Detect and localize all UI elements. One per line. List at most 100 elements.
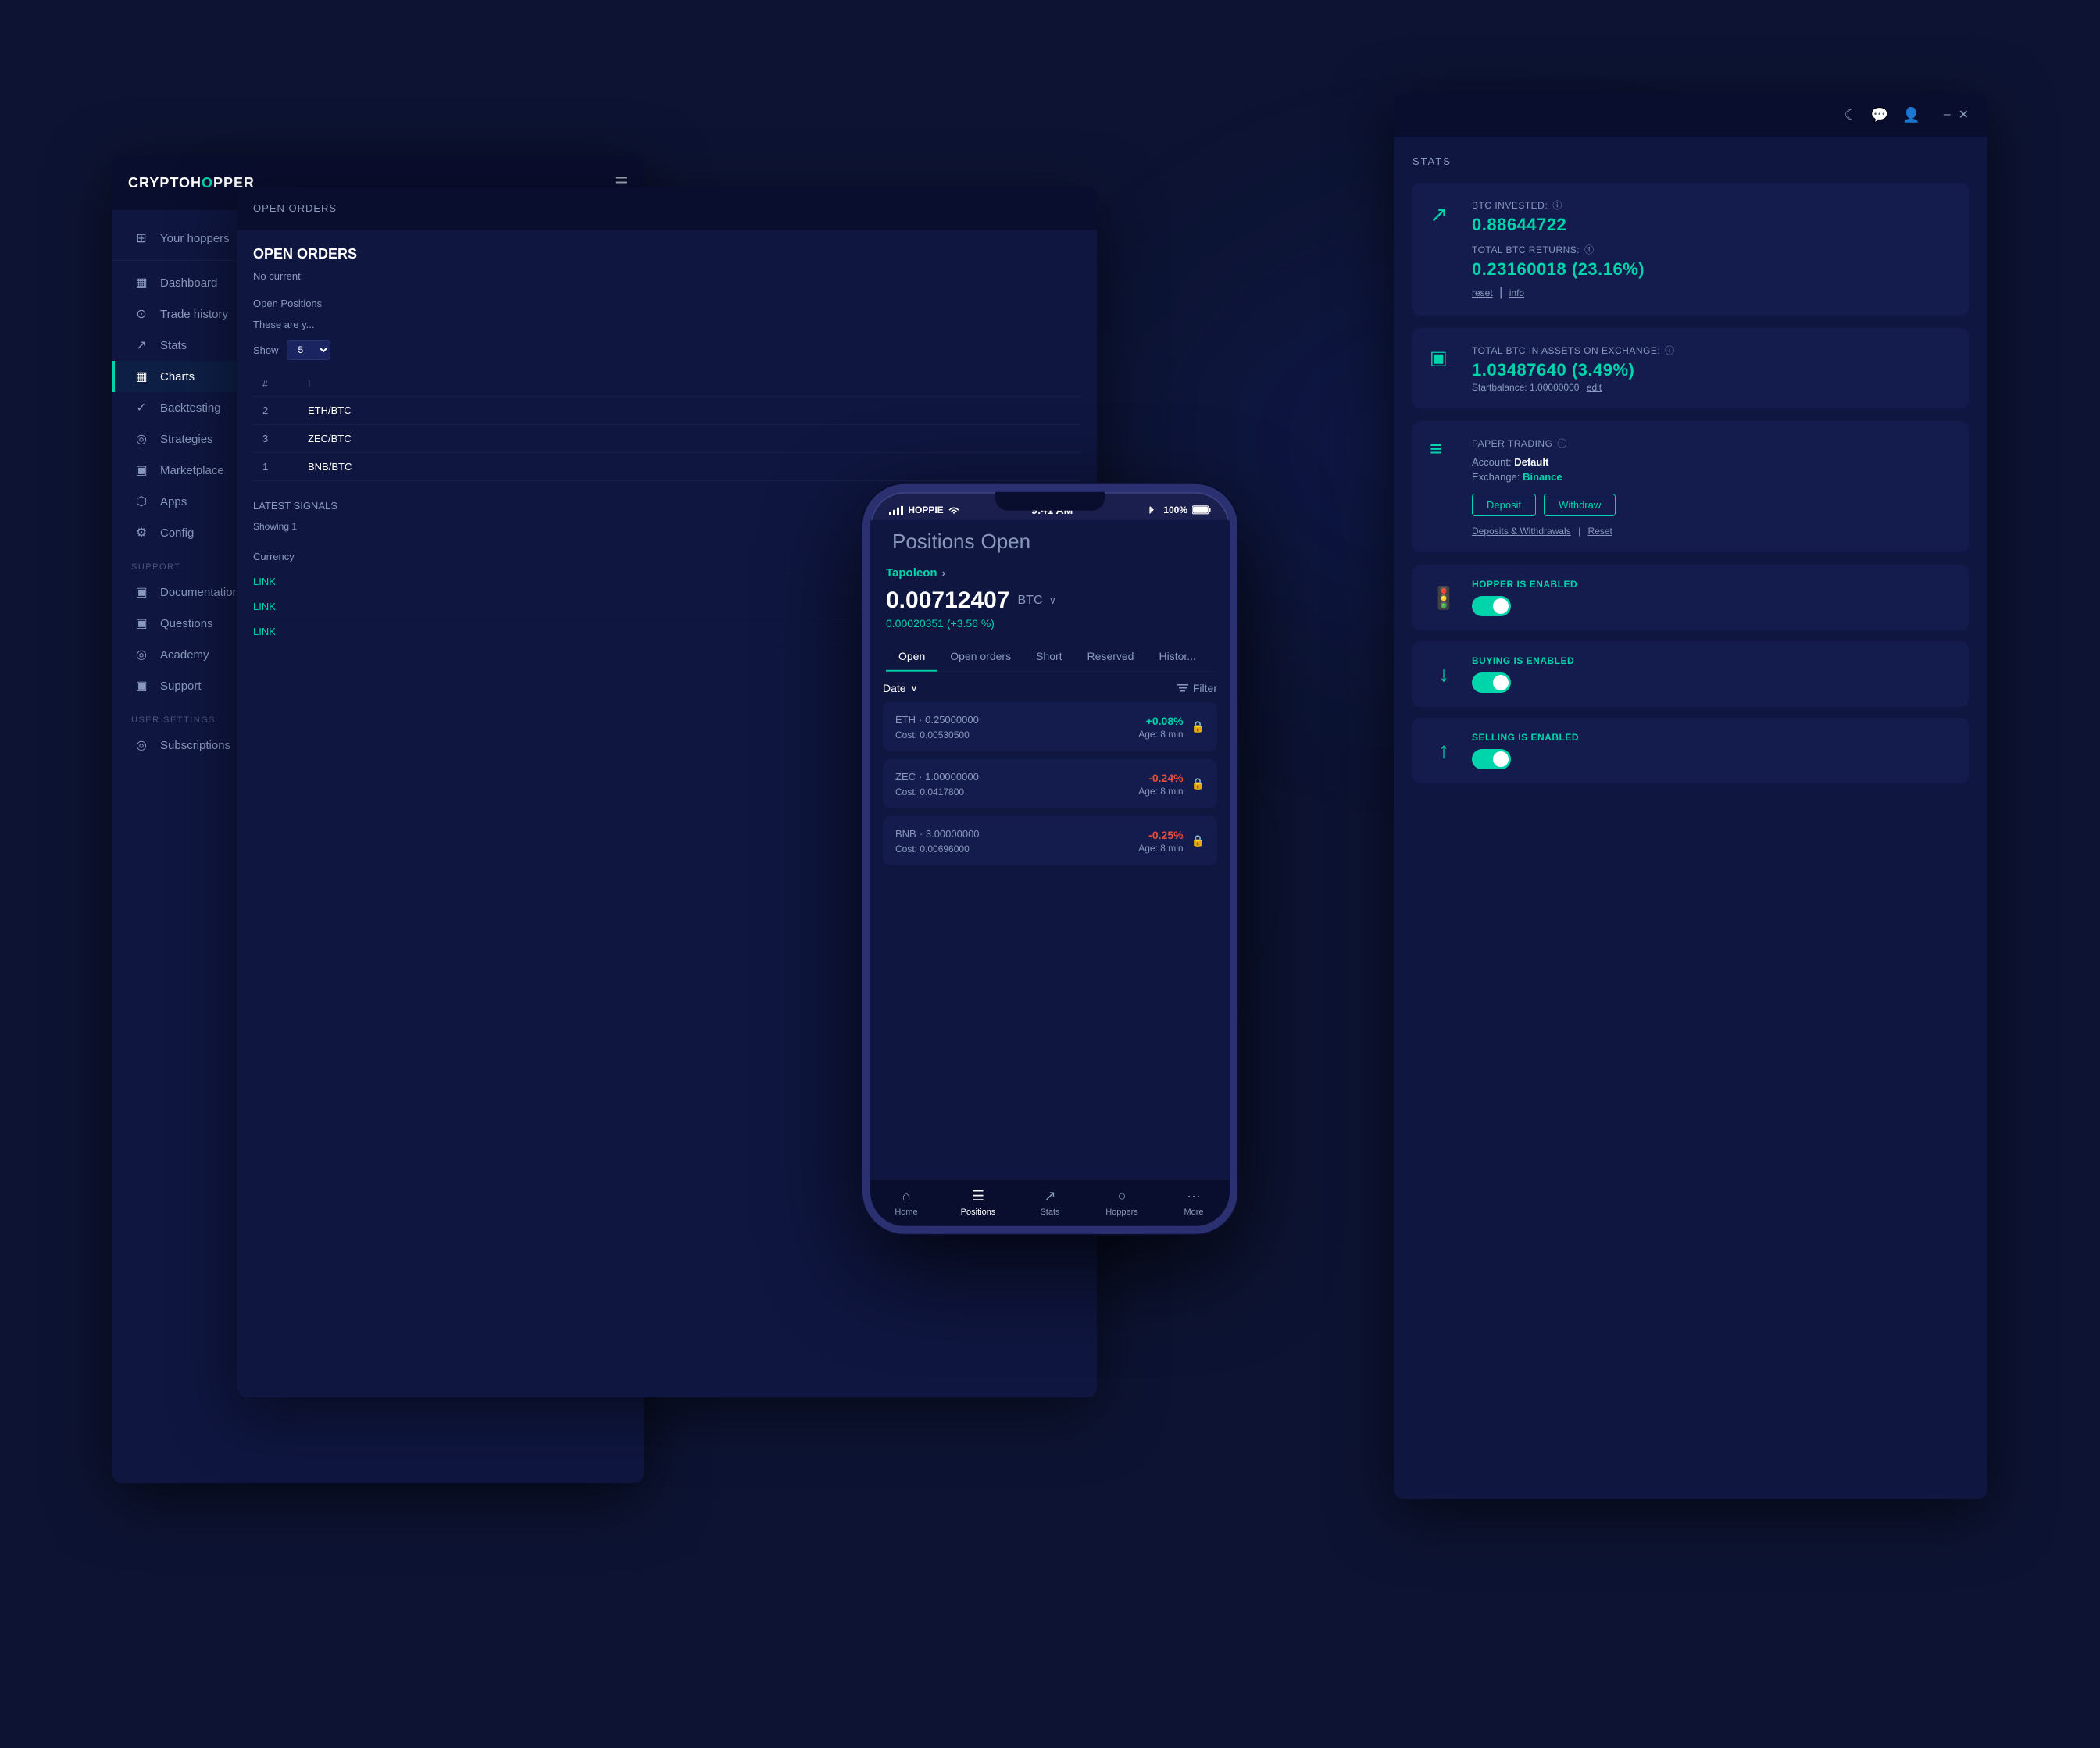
- sidebar-label-dashboard: Dashboard: [160, 276, 217, 290]
- hopper-enabled-card: 🚦 HOPPER IS ENABLED: [1412, 565, 1969, 630]
- phone-hopper-name[interactable]: Tapoleon ›: [886, 555, 1214, 587]
- bottom-nav-home[interactable]: ⌂ Home: [870, 1180, 942, 1226]
- selling-enabled-label: SELLING IS ENABLED: [1472, 732, 1952, 743]
- tab-short[interactable]: Short: [1023, 642, 1074, 672]
- pos-pair-bnb: BNB · 3.00000000: [895, 827, 1138, 840]
- desktop-right-panel: ☾ 💬 👤 – ✕ STATS ↗ BTC INVESTED: ⓘ 0.8864…: [1394, 93, 1988, 1499]
- col-amount: [408, 379, 597, 390]
- lock-icon-bnb: 🔒: [1191, 834, 1205, 847]
- stats-icon: ↗: [134, 337, 149, 353]
- wallet-icon: ▣: [1430, 347, 1458, 369]
- more-nav-label: More: [1184, 1208, 1203, 1217]
- no-current-note: No current: [253, 270, 1081, 282]
- open-orders-header: OPEN ORDERS: [253, 202, 337, 214]
- col-profit: [603, 379, 792, 390]
- filter-button[interactable]: Filter: [1177, 682, 1217, 694]
- pos-pct-eth: +0.08%: [1138, 714, 1183, 726]
- hoppers-nav-label: Hoppers: [1105, 1208, 1138, 1217]
- row-num-1: 2: [262, 405, 302, 416]
- hopper-enabled-strong: HOPPER IS ENABLED: [1472, 579, 1577, 590]
- pos-pair-eth: ETH · 0.25000000: [895, 713, 1138, 726]
- user-icon[interactable]: 👤: [1902, 107, 1920, 123]
- table-header: # I: [253, 373, 1081, 397]
- phone-notch: [995, 492, 1105, 511]
- buying-enabled-toggle[interactable]: [1472, 672, 1511, 693]
- position-card-zec[interactable]: ZEC · 1.00000000 Cost: 0.0417800 -0.24% …: [883, 759, 1217, 808]
- reset-link[interactable]: reset: [1472, 287, 1493, 298]
- row-pair-2: ZEC/BTC: [308, 433, 402, 444]
- chat-icon[interactable]: 💬: [1871, 107, 1888, 123]
- currency-dropdown-icon[interactable]: ∨: [1049, 595, 1056, 606]
- paper-trading-info-icon[interactable]: ⓘ: [1557, 437, 1567, 450]
- sidebar-label-stats: Stats: [160, 339, 187, 352]
- deposits-withdrawals-link[interactable]: Deposits & Withdrawals: [1472, 526, 1571, 537]
- sidebar-label-marketplace: Marketplace: [160, 464, 224, 477]
- phone: HOPPIE 9:41 AM 100%: [862, 484, 1238, 1234]
- pos-left-zec: ZEC · 1.00000000 Cost: 0.0417800: [895, 770, 1138, 797]
- paper-account: Account: Default: [1472, 456, 1616, 468]
- trending-up-icon: ↗: [1430, 202, 1458, 227]
- paper-buttons: Deposit Withdraw: [1472, 494, 1616, 516]
- position-card-eth[interactable]: ETH · 0.25000000 Cost: 0.00530500 +0.08%…: [883, 702, 1217, 751]
- btc-invested-label: BTC INVESTED: ⓘ: [1472, 198, 1952, 212]
- sidebar-label-academy: Academy: [160, 648, 209, 662]
- hoppers-nav-icon: ○: [1118, 1188, 1127, 1204]
- stat-links: reset | info: [1472, 286, 1952, 300]
- pos-left-bnb: BNB · 3.00000000 Cost: 0.00696000: [895, 827, 1138, 854]
- tab-open-orders[interactable]: Open orders: [938, 642, 1023, 672]
- buying-enabled-card: ↓ BUYING IS ENABLED: [1412, 641, 1969, 707]
- trade-history-icon: ⊙: [134, 306, 149, 322]
- show-select[interactable]: 5 10 25: [287, 340, 330, 360]
- phone-header: PositionsOpen Tapoleon › 0.00712407 BTC …: [870, 520, 1230, 672]
- dashboard-icon: ▦: [134, 275, 149, 291]
- tab-history[interactable]: Histor...: [1146, 642, 1208, 672]
- subscriptions-icon: ◎: [134, 737, 149, 753]
- close-button[interactable]: ✕: [1959, 107, 1969, 123]
- stats-nav-label: Stats: [1040, 1208, 1059, 1217]
- row-pair-1: ETH/BTC: [308, 405, 402, 416]
- right-header: ☾ 💬 👤 – ✕: [1394, 93, 1988, 137]
- sidebar-label-config: Config: [160, 526, 194, 540]
- paper-account-value: Default: [1514, 456, 1548, 468]
- wifi-icon: [948, 507, 959, 515]
- pos-pct-zec: -0.24%: [1138, 771, 1183, 783]
- col-actions: [798, 379, 988, 390]
- hopper-enabled-label: HOPPER IS ENABLED: [1472, 579, 1952, 590]
- pos-age-bnb: Age: 8 min: [1138, 842, 1183, 853]
- info-link[interactable]: info: [1509, 287, 1524, 298]
- sidebar-label-support: Support: [160, 680, 202, 693]
- position-card-bnb[interactable]: BNB · 3.00000000 Cost: 0.00696000 -0.25%…: [883, 816, 1217, 865]
- tab-open[interactable]: Open: [886, 642, 938, 672]
- stats-title: STATS: [1412, 155, 1969, 167]
- currency-link-1[interactable]: LINK: [253, 576, 276, 587]
- tab-reserved[interactable]: Reserved: [1075, 642, 1147, 672]
- selling-enabled-toggle[interactable]: [1472, 749, 1511, 769]
- pos-cost-eth: Cost: 0.00530500: [895, 730, 1138, 740]
- row-pair-3: BNB/BTC: [308, 461, 402, 473]
- bottom-nav-hoppers[interactable]: ○ Hoppers: [1086, 1180, 1158, 1226]
- bottom-nav-more[interactable]: ··· More: [1158, 1180, 1230, 1226]
- bottom-nav-positions[interactable]: ☰ Positions: [942, 1180, 1014, 1226]
- currency-link-2[interactable]: LINK: [253, 601, 276, 612]
- signal-icon: [889, 506, 903, 515]
- hopper-enabled-toggle[interactable]: [1472, 596, 1511, 616]
- btc-returns-info-icon[interactable]: ⓘ: [1584, 243, 1595, 256]
- stats-nav-icon: ↗: [1044, 1188, 1055, 1204]
- deposit-button[interactable]: Deposit: [1472, 494, 1536, 516]
- sidebar-label-backtesting: Backtesting: [160, 401, 221, 415]
- withdraw-button[interactable]: Withdraw: [1544, 494, 1616, 516]
- date-chevron-icon: ∨: [911, 683, 918, 694]
- center-header: OPEN ORDERS: [238, 187, 1097, 230]
- upload-icon: ↑: [1430, 738, 1458, 763]
- total-assets-info-icon[interactable]: ⓘ: [1665, 344, 1675, 357]
- traffic-light-icon: 🚦: [1430, 585, 1458, 611]
- date-filter[interactable]: Date ∨: [883, 682, 917, 694]
- moon-icon[interactable]: ☾: [1845, 107, 1857, 123]
- bottom-nav-stats[interactable]: ↗ Stats: [1014, 1180, 1086, 1226]
- btc-invested-info-icon[interactable]: ⓘ: [1552, 198, 1562, 212]
- currency-link-3[interactable]: LINK: [253, 626, 276, 637]
- total-btc-returns-label: TOTAL BTC RETURNS: ⓘ: [1472, 243, 1952, 256]
- reset-link-2[interactable]: Reset: [1588, 526, 1612, 537]
- minimize-button[interactable]: –: [1944, 108, 1951, 122]
- edit-link[interactable]: edit: [1587, 382, 1602, 393]
